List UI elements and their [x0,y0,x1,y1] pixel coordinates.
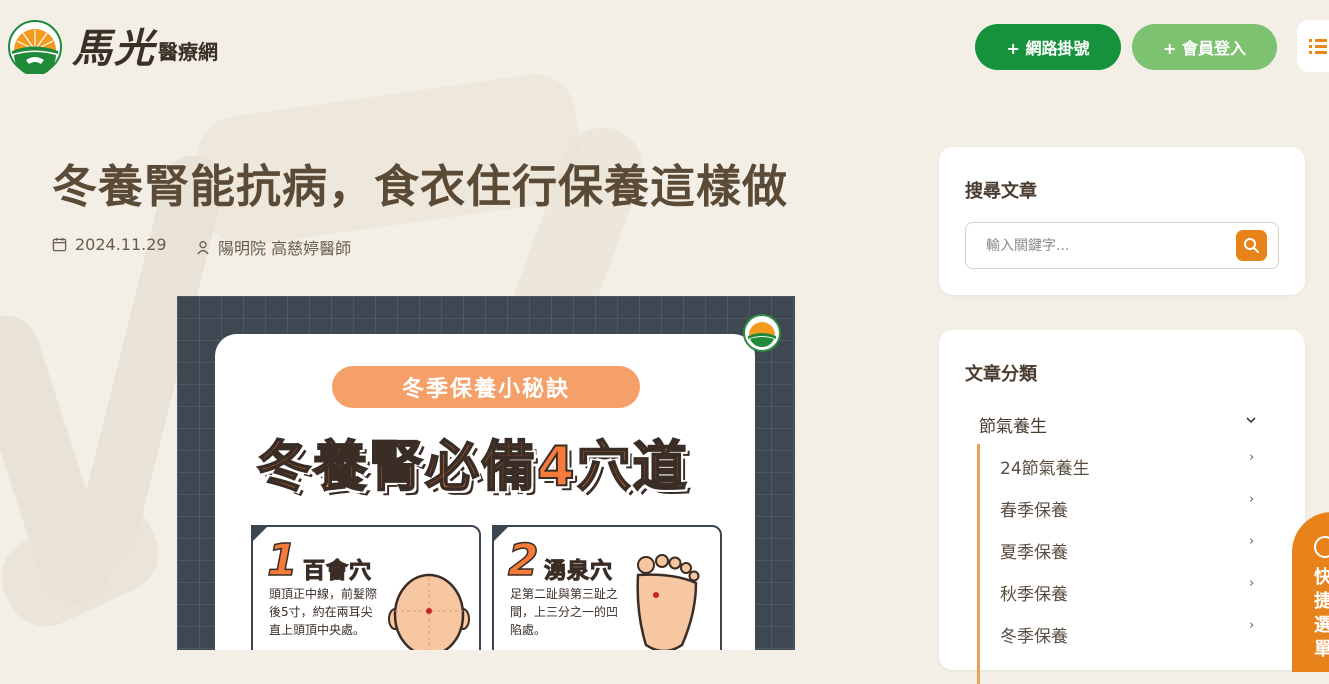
category-item[interactable]: 冬季保養 [1000,622,1068,647]
chevron-right-icon: › [1249,450,1255,465]
user-icon [197,240,209,254]
article-infographic: 冬季保養小秘訣 冬養腎必備4穴道 1 百會穴 頭頂正中線，前髮際後5寸，約在兩耳… [177,296,795,650]
infographic-logo-icon [743,314,781,352]
acupoint-description: 頭頂正中線，前髮際後5寸，約在兩耳尖直上頭頂中央處。 [269,587,378,637]
menu-button[interactable] [1297,20,1329,72]
acupoint-card: 2 湧泉穴 足第二趾與第三趾之間，上三分之一的凹陷處。 [492,525,722,650]
brand-name[interactable]: 馬光 [72,16,156,74]
member-login-button[interactable]: + 會員登入 [1132,24,1277,70]
category-item[interactable]: 夏季保養 [1000,538,1068,563]
acupoint-description: 足第二趾與第三趾之間，上三分之一的凹陷處。 [510,587,619,637]
brand-subtitle: 醫療網 [158,40,218,64]
infographic-headline: 冬養腎必備4穴道 [256,434,689,499]
chevron-right-icon: › [1249,534,1255,549]
chevron-right-icon: › [1249,618,1255,633]
infographic-pill: 冬季保養小秘訣 [332,366,640,408]
search-card-title: 搜尋文章 [965,181,1037,202]
article-date-text: 2024.11.29 [75,235,167,254]
category-tree-line [977,444,980,684]
search-card: 搜尋文章 [939,147,1305,295]
arrow-left-circle-icon [1314,536,1329,558]
search-box [965,222,1279,269]
acupoint-card: 1 百會穴 頭頂正中線，前髮際後5寸，約在兩耳尖直上頭頂中央處。 [251,525,481,650]
quick-menu-label: 快捷選單 [1314,567,1329,660]
online-registration-button[interactable]: + 網路掛號 [975,24,1121,70]
chevron-down-icon[interactable] [1245,414,1257,426]
calendar-icon [52,237,67,252]
search-input[interactable] [984,233,1228,259]
acupoint-name: 湧泉穴 [543,559,614,585]
article-author-text: 陽明院 高慈婷醫師 [218,239,352,258]
acupoint-number: 2 [507,534,539,587]
category-item[interactable]: 24節氣養生 [1000,454,1090,479]
site-header: 馬光 醫療網 + 網路掛號 + 會員登入 [0,0,1329,95]
search-button[interactable] [1236,230,1267,261]
search-icon [1244,238,1259,253]
chevron-right-icon: › [1249,492,1255,507]
foot-illustration-icon [636,554,700,650]
acupoint-name: 百會穴 [302,559,373,585]
category-card: 文章分類 節氣養生 24節氣養生 › 春季保養 › 夏季保養 › 秋季保養 › … [939,330,1305,684]
category-item[interactable]: 秋季保養 [1000,580,1068,605]
chevron-right-icon: › [1249,576,1255,591]
category-parent-solar-terms[interactable]: 節氣養生 [979,412,1047,437]
head-illustration-icon [388,573,470,650]
article-title: 冬養腎能抗病，食衣住行保養這樣做 [52,160,789,213]
article-author: 陽明院 高慈婷醫師 [196,235,351,259]
quick-menu-tab[interactable]: 快捷選單 [1292,512,1329,672]
category-item[interactable]: 春季保養 [1000,496,1068,521]
acupoint-number: 1 [266,534,298,587]
category-card-title: 文章分類 [965,364,1037,385]
article-date: 2024.11.29 [52,235,167,254]
site-logo-icon[interactable] [8,20,62,74]
